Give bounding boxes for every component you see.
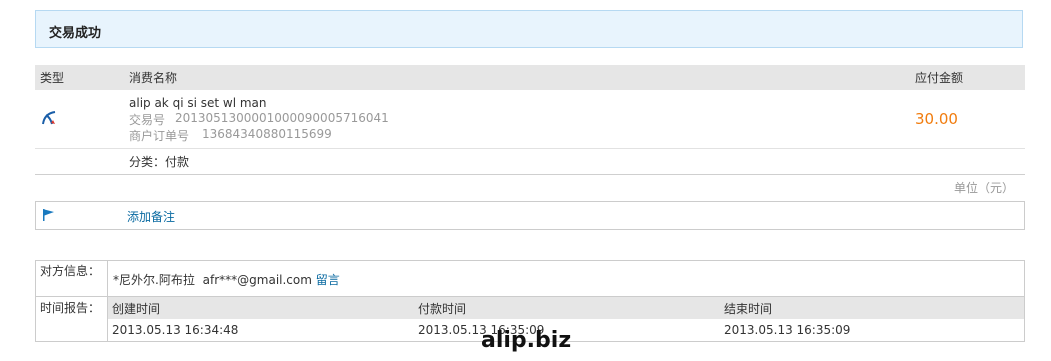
flag-icon: [42, 208, 56, 225]
message-link[interactable]: 留言: [316, 273, 340, 287]
status-title: 交易成功: [49, 26, 102, 41]
transfer-swirl-icon: [40, 109, 58, 130]
header-amount: 应付金额: [915, 71, 964, 85]
ended-time: 2013.05.13 16:35:09: [724, 323, 851, 337]
order-no: 13684340880115699: [202, 127, 332, 141]
item-amount: 30.00: [915, 110, 958, 128]
unit-label: 单位（元）: [953, 181, 1014, 195]
counterparty-label: 对方信息：: [40, 264, 101, 278]
header-type: 类型: [40, 71, 65, 85]
counterparty-email: afr***@gmail.com: [202, 273, 312, 287]
header-name: 消费名称: [129, 71, 178, 85]
watermark: alip.biz: [481, 328, 572, 353]
table-header: 类型 消费名称 应付金额: [35, 65, 1025, 90]
created-label: 创建时间: [112, 302, 161, 316]
trade-no: 2013051300001000090005716041: [175, 111, 389, 125]
add-note-link[interactable]: 添加备注: [127, 208, 175, 225]
status-banner: 交易成功: [35, 10, 1023, 48]
order-no-label: 商户订单号: [129, 129, 190, 143]
paid-label: 付款时间: [418, 302, 467, 316]
counterparty-name: *尼外尔.阿布拉: [113, 273, 195, 287]
timeline-label: 时间报告：: [40, 301, 101, 315]
trade-no-label: 交易号: [129, 113, 166, 127]
timeline-header: 创建时间 付款时间 结束时间: [108, 297, 1024, 319]
table-row: alip ak qi si set wl man 交易号 20130513000…: [35, 91, 1025, 149]
item-name: alip ak qi si set wl man: [129, 96, 267, 110]
notes-box: 添加备注: [35, 201, 1025, 230]
ended-label: 结束时间: [724, 302, 773, 316]
item-category: 分类：付款: [129, 155, 190, 169]
counterparty-info: *尼外尔.阿布拉 afr***@gmail.com 留言: [113, 271, 340, 288]
created-time: 2013.05.13 16:34:48: [112, 323, 239, 337]
category-row: 分类：付款: [35, 149, 1025, 175]
